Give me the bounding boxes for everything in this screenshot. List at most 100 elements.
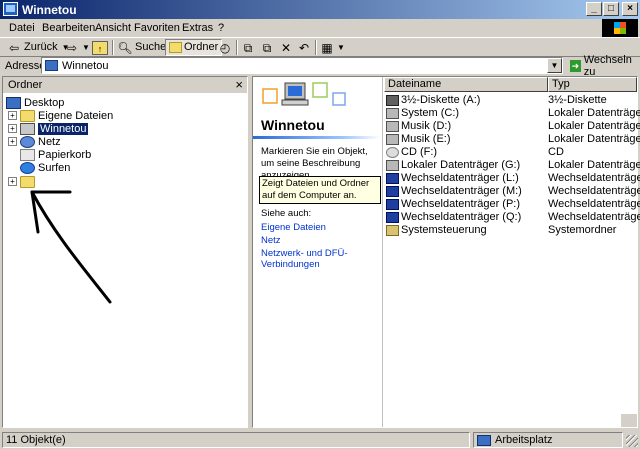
file-name: CD (F:)	[401, 146, 438, 158]
computer-icon	[477, 434, 491, 446]
link-netzwerk-verbindungen[interactable]: Netzwerk- und DFÜ-Verbindungen	[261, 248, 381, 270]
list-item[interactable]: 3½-Diskette (A:) 3½-Diskette	[384, 94, 637, 107]
tree-item-desktop[interactable]: Desktop	[6, 96, 64, 109]
window-title: Winnetou	[22, 3, 77, 17]
windows-logo-icon	[602, 19, 638, 37]
list-item[interactable]: Systemsteuerung Systemordner	[384, 224, 637, 237]
tree-item-eigene-dateien[interactable]: Eigene Dateien	[20, 109, 113, 122]
copy-to-button[interactable]: ⧉	[259, 39, 277, 56]
expand-icon[interactable]: +	[8, 137, 17, 146]
link-netz[interactable]: Netz	[261, 235, 381, 246]
link-eigene-dateien[interactable]: Eigene Dateien	[261, 222, 381, 233]
removable-drive-icon	[386, 172, 399, 184]
computer-icon	[3, 2, 18, 16]
move-to-icon: ⧉	[243, 40, 253, 55]
file-type: Wechseldatenträger	[548, 198, 640, 210]
undo-button[interactable]: ↶	[296, 39, 314, 56]
file-type: Systemordner	[548, 224, 617, 236]
list-item[interactable]: Wechseldatenträger (L:) Wechseldatenträg…	[384, 172, 640, 185]
folder-icon	[20, 175, 35, 188]
file-name: System (C:)	[401, 107, 460, 119]
folders-pane: Ordner × Desktop + Eigene Dateien + Winn…	[2, 76, 248, 428]
toolbar-separator	[315, 40, 317, 55]
up-folder-icon: ↑	[92, 40, 108, 55]
tree-item-label: Surfen	[38, 161, 71, 174]
list-item[interactable]: Wechseldatenträger (P:) Wechseldatenträg…	[384, 198, 640, 211]
drive-icon	[386, 107, 399, 119]
status-bar: 11 Objekt(e) Arbeitsplatz	[0, 430, 640, 449]
tree-item-winnetou[interactable]: Winnetou	[20, 122, 89, 135]
menu-bar: Datei Bearbeiten Ansicht Favoriten Extra…	[0, 19, 640, 37]
tree-item-unnamed-folder[interactable]	[20, 175, 38, 188]
address-input[interactable]: Winnetou ▼	[41, 57, 563, 74]
removable-drive-icon	[386, 211, 399, 223]
list-item[interactable]: System (C:) Lokaler Datenträger	[384, 107, 640, 120]
drive-icon	[386, 133, 399, 145]
list-item[interactable]: Musik (D:) Lokaler Datenträger	[384, 120, 640, 133]
file-type: Lokaler Datenträger	[548, 120, 640, 132]
delete-button[interactable]: ✕	[278, 39, 296, 56]
tree-item-label: Papierkorb	[38, 148, 92, 161]
close-icon[interactable]: ×	[235, 77, 243, 92]
copy-to-icon: ⧉	[262, 40, 272, 55]
folders-button[interactable]: Ordner	[165, 39, 223, 56]
minimize-button[interactable]: _	[586, 2, 602, 16]
resize-grip[interactable]	[626, 435, 638, 447]
expand-icon[interactable]: +	[8, 124, 17, 133]
menu-datei[interactable]: Datei	[9, 22, 35, 34]
close-button[interactable]: ×	[622, 2, 638, 16]
back-button[interactable]: ⇦ Zurück ▼	[6, 39, 70, 56]
file-type: Lokaler Datenträger	[548, 159, 640, 171]
removable-drive-icon	[386, 198, 399, 210]
chevron-down-icon[interactable]: ▼	[337, 39, 345, 56]
menu-extras[interactable]: Extras	[182, 22, 213, 34]
internet-explorer-icon	[20, 161, 35, 174]
drive-icon	[386, 159, 399, 171]
forward-button[interactable]: ⇨ ▼	[64, 39, 90, 56]
file-name: Musik (E:)	[401, 133, 451, 145]
move-to-button[interactable]: ⧉	[240, 39, 258, 56]
tree-item-label: Desktop	[24, 96, 65, 109]
menu-favoriten[interactable]: Favoriten	[134, 22, 180, 34]
chevron-down-icon[interactable]: ▼	[82, 39, 90, 56]
list-item[interactable]: Lokaler Datenträger (G:) Lokaler Datentr…	[384, 159, 640, 172]
recycle-bin-icon	[20, 148, 35, 161]
views-button[interactable]: ▦ ▼	[319, 39, 345, 56]
column-header-type[interactable]: Typ	[548, 77, 637, 92]
tree-item-surfen[interactable]: Surfen	[20, 161, 70, 174]
cd-icon	[386, 146, 399, 158]
file-list: Dateiname Typ 3½-Diskette (A:) 3½-Disket…	[384, 77, 640, 427]
maximize-button[interactable]: □	[603, 2, 619, 16]
list-item[interactable]: Musik (E:) Lokaler Datenträger	[384, 133, 640, 146]
expand-icon[interactable]: +	[8, 177, 17, 186]
folders-pane-header: Ordner ×	[3, 77, 247, 93]
tree-item-netz[interactable]: Netz	[20, 135, 61, 148]
menu-ansicht[interactable]: Ansicht	[95, 22, 131, 34]
address-label: Adresse	[5, 60, 46, 72]
back-label: Zurück	[24, 41, 58, 53]
chevron-down-icon[interactable]: ▼	[547, 58, 562, 73]
file-name: Wechseldatenträger (Q:)	[401, 211, 522, 223]
tree-item-papierkorb[interactable]: Papierkorb	[20, 148, 91, 161]
up-folder-button[interactable]: ↑	[92, 39, 110, 56]
list-item[interactable]: Wechseldatenträger (M:) Wechseldatenträg…	[384, 185, 640, 198]
floppy-icon	[386, 94, 399, 106]
delete-icon: ✕	[280, 40, 292, 55]
list-item[interactable]: CD (F:) CD	[384, 146, 637, 159]
expand-icon[interactable]: +	[8, 111, 17, 120]
undo-icon: ↶	[298, 40, 310, 55]
see-also-heading: Siehe auch:	[261, 208, 312, 219]
file-name: Wechseldatenträger (L:)	[401, 172, 519, 184]
toolbar: ⇦ Zurück ▼ ⇨ ▼ ↑ 🔍︎ Suchen Ordner ◴ ⧉ ⧉ …	[0, 37, 640, 57]
go-button[interactable]: ➜ Wechseln zu	[570, 54, 640, 78]
status-location-label: Arbeitsplatz	[495, 434, 553, 446]
menu-help[interactable]: ?	[218, 22, 224, 34]
address-bar: Adresse Winnetou ▼ ➜ Wechseln zu	[0, 54, 640, 78]
title-bar[interactable]: Winnetou _ □ ×	[0, 0, 640, 19]
menu-bearbeiten[interactable]: Bearbeiten	[42, 22, 95, 34]
computer-banner-icon	[262, 82, 346, 106]
column-header-name[interactable]: Dateiname	[384, 77, 548, 92]
computer-icon	[45, 60, 58, 71]
history-button[interactable]: ◴	[217, 39, 235, 56]
list-item[interactable]: Wechseldatenträger (Q:) Wechseldatenträg…	[384, 211, 640, 224]
